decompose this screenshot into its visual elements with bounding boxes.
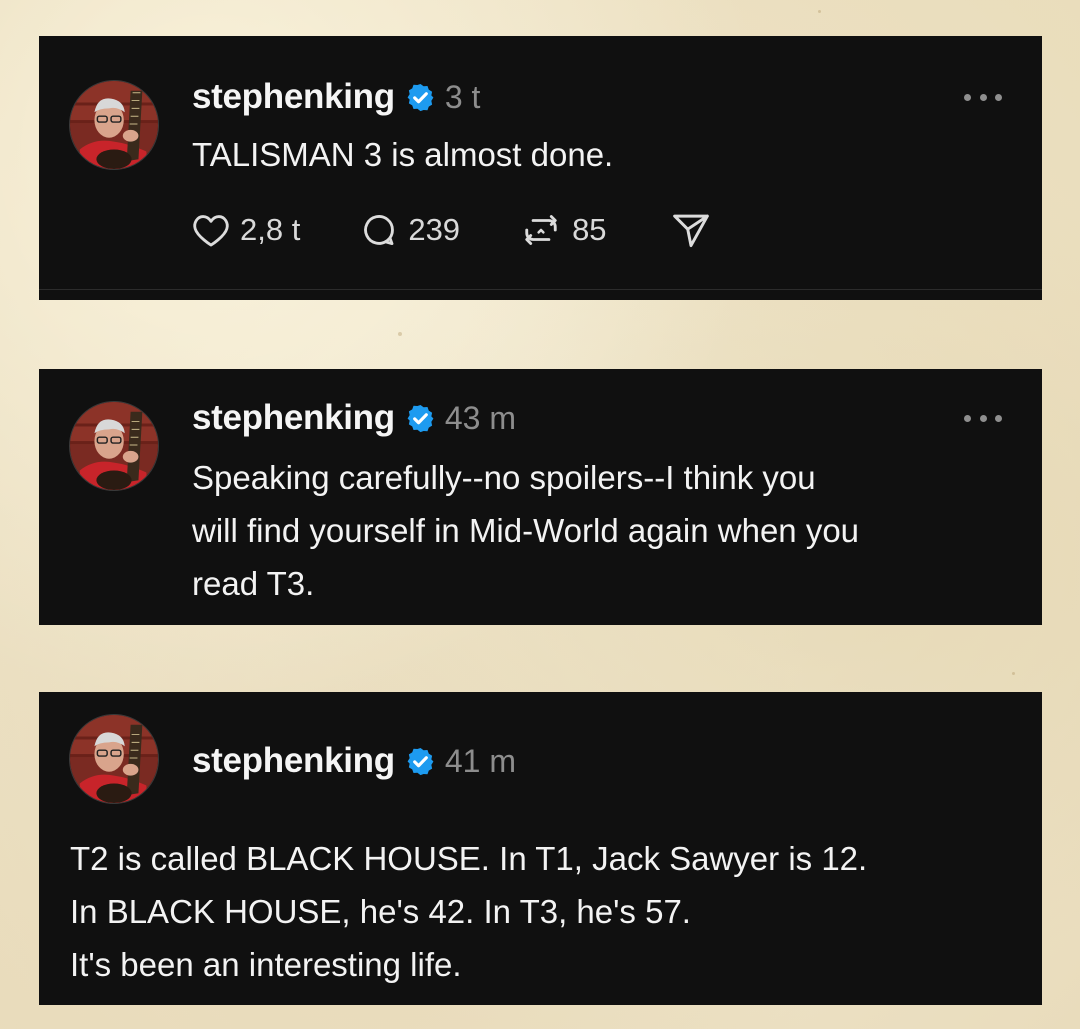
avatar[interactable] (69, 714, 159, 804)
verified-badge-icon (405, 82, 436, 113)
more-options-icon[interactable] (964, 412, 1002, 424)
verified-badge-icon (405, 746, 436, 777)
post-text: T2 is called BLACK HOUSE. In T1, Jack Sa… (70, 832, 867, 991)
repost-button[interactable]: 85 (520, 211, 607, 249)
avatar[interactable] (69, 80, 159, 170)
post-text-line: It's been an interesting life. (70, 946, 462, 983)
post-text: TALISMAN 3 is almost done. (192, 128, 613, 181)
like-count: 2,8 t (240, 212, 301, 247)
thread-post: stephenking 3 t TALISMAN 3 is almost don… (39, 36, 1042, 300)
username[interactable]: stephenking (192, 398, 395, 438)
post-text-line: TALISMAN 3 is almost done. (192, 136, 614, 173)
thread-post: stephenking 43 m Speaking carefully--no … (39, 369, 1042, 625)
repost-icon (525, 215, 557, 245)
reply-button[interactable]: 239 (360, 211, 460, 249)
post-header: stephenking 43 m (192, 396, 516, 440)
avatar-photo (70, 81, 158, 169)
verified-badge-icon (405, 403, 436, 434)
reply-count: 239 (408, 212, 461, 247)
post-text-line: In BLACK HOUSE, he's 42. In T3, he's 57. (70, 893, 691, 930)
background-speck (818, 10, 821, 13)
post-header: stephenking 3 t (192, 75, 480, 119)
background-speck (398, 332, 402, 336)
post-text: Speaking carefully--no spoilers--I think… (192, 451, 859, 610)
post-timestamp: 3 t (444, 78, 481, 115)
heart-icon (193, 215, 229, 247)
post-timestamp: 43 m (444, 399, 516, 436)
post-text-line: read T3. (192, 565, 315, 602)
thread-post: stephenking 41 m T2 is called BLACK HOUS… (39, 692, 1042, 1005)
background-speck (1012, 672, 1015, 675)
avatar-photo (70, 715, 158, 803)
post-timestamp: 41 m (444, 742, 516, 779)
like-button[interactable]: 2,8 t (192, 212, 300, 248)
post-text-line: T2 is called BLACK HOUSE. In T1, Jack Sa… (70, 840, 868, 877)
share-button[interactable] (671, 212, 711, 248)
more-options-icon[interactable] (964, 91, 1002, 103)
avatar[interactable] (69, 401, 159, 491)
username[interactable]: stephenking (192, 77, 395, 117)
post-header: stephenking 41 m (192, 739, 516, 783)
post-text-line: will find yourself in Mid-World again wh… (192, 512, 860, 549)
post-actions: 2,8 t 239 85 (192, 208, 711, 252)
send-icon (672, 214, 709, 248)
username[interactable]: stephenking (192, 741, 395, 781)
post-divider (39, 289, 1042, 290)
avatar-photo (70, 402, 158, 490)
repost-count: 85 (572, 212, 607, 247)
comment-icon (364, 215, 395, 246)
post-text-line: Speaking carefully--no spoilers--I think… (192, 459, 816, 496)
